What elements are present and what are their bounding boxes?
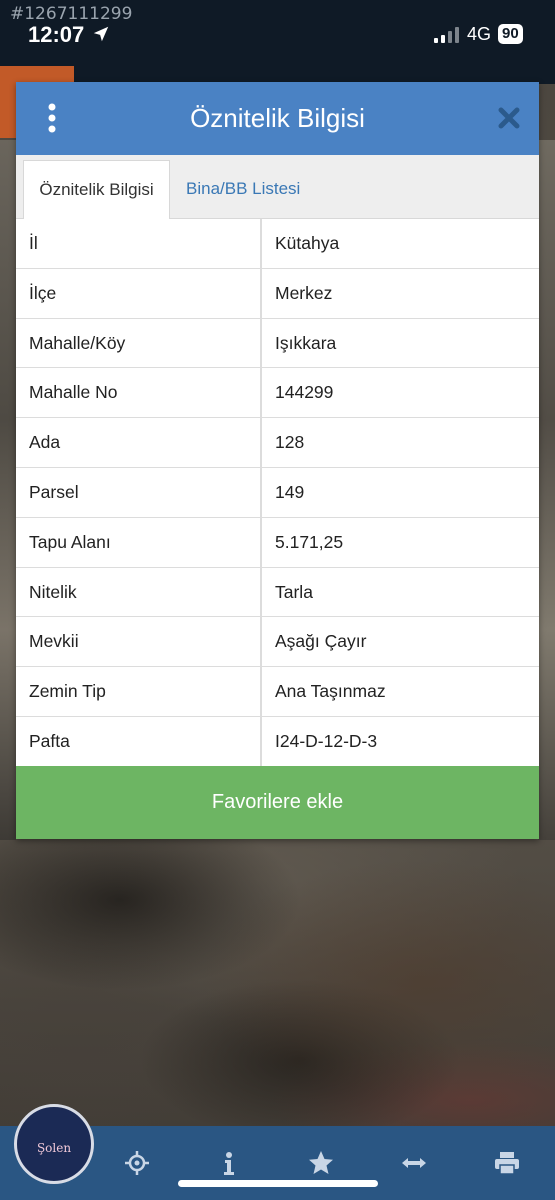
- row-key: Mahalle No: [16, 368, 262, 418]
- row-value: Aşağı Çayır: [275, 631, 367, 652]
- table-row: İlçe Merkez: [16, 268, 539, 319]
- print-icon[interactable]: [494, 1150, 520, 1176]
- row-value: Merkez: [275, 282, 333, 303]
- row-key: İlçe: [16, 268, 262, 318]
- row-value: Ana Taşınmaz: [275, 681, 386, 702]
- row-key: Tapu Alanı: [16, 517, 262, 567]
- watermark-id: #1267111299: [10, 4, 133, 24]
- more-vertical-icon[interactable]: [44, 102, 60, 134]
- tab-attribute-info[interactable]: Öznitelik Bilgisi: [23, 160, 170, 219]
- row-value: 5.171,25: [275, 531, 344, 552]
- battery-badge: 90: [498, 24, 523, 44]
- table-row: Mevkii Aşağı Çayır: [16, 617, 539, 668]
- dialog-title: Öznitelik Bilgisi: [190, 103, 365, 133]
- row-value: Kütahya: [275, 233, 340, 253]
- network-label: 4G: [467, 24, 492, 44]
- attribute-dialog: Öznitelik Bilgisi Öznitelik Bilgisi Bina…: [16, 82, 539, 839]
- home-indicator[interactable]: [178, 1180, 378, 1187]
- row-value: 149: [275, 481, 305, 502]
- row-key: Parsel: [16, 467, 262, 517]
- row-value: I24-D-12-D-3: [275, 730, 378, 751]
- row-key: İl: [16, 219, 262, 268]
- row-value: 144299: [275, 382, 334, 403]
- row-value: Işıkkara: [275, 332, 337, 353]
- signal-icon: [434, 27, 459, 43]
- info-icon[interactable]: [216, 1150, 242, 1176]
- measure-icon[interactable]: [401, 1150, 427, 1176]
- brand-logo: Şolen: [14, 1104, 94, 1184]
- close-icon[interactable]: [497, 106, 521, 130]
- row-key: Ada: [16, 418, 262, 467]
- location-arrow-icon: [93, 26, 109, 42]
- tab-bar: Öznitelik Bilgisi Bina/BB Listesi: [16, 155, 539, 219]
- add-favorite-button[interactable]: Favorilere ekle: [16, 766, 539, 839]
- row-key: Pafta: [16, 716, 262, 766]
- row-value: 128: [275, 432, 305, 453]
- attribute-table: İl Kütahya İlçe Merkez Mahalle/Köy Işıkk…: [16, 219, 539, 767]
- table-row: Tapu Alanı 5.171,25: [16, 517, 539, 568]
- map-edge-right: [538, 140, 555, 840]
- row-key: Zemin Tip: [16, 667, 262, 716]
- table-row: Nitelik Tarla: [16, 567, 539, 618]
- table-row: Mahalle/Köy Işıkkara: [16, 318, 539, 369]
- row-key: Nitelik: [16, 567, 262, 617]
- table-row: Parsel 149: [16, 467, 539, 518]
- dialog-header: Öznitelik Bilgisi: [16, 82, 539, 155]
- row-key: Mahalle/Köy: [16, 318, 262, 368]
- table-row: Ada 128: [16, 418, 539, 468]
- tab-building-list[interactable]: Bina/BB Listesi: [186, 160, 326, 219]
- brand-logo-text: Şolen: [36, 1141, 72, 1155]
- map-edge-left: [0, 140, 16, 840]
- status-time: 12:07: [28, 22, 85, 47]
- row-value: Tarla: [275, 581, 313, 602]
- table-row: İl Kütahya: [16, 219, 539, 269]
- star-icon[interactable]: [308, 1150, 334, 1176]
- table-row: Pafta I24-D-12-D-3: [16, 716, 539, 767]
- row-key: Mevkii: [16, 617, 262, 667]
- table-row: Zemin Tip Ana Taşınmaz: [16, 667, 539, 717]
- status-bar: #1267111299 12:07 4G 90: [0, 0, 555, 66]
- table-row: Mahalle No 144299: [16, 368, 539, 419]
- locate-icon[interactable]: [124, 1150, 150, 1176]
